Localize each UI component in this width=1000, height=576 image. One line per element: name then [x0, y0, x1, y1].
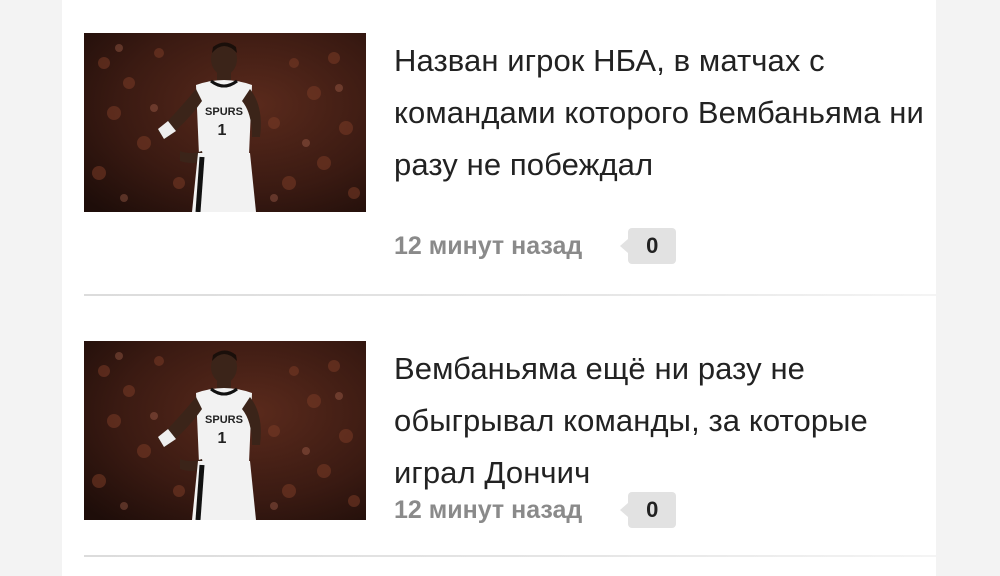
article-title[interactable]: Вембаньяма ещё ни разу не обыгрывал кома…: [394, 343, 934, 499]
comments-count-badge[interactable]: 0: [620, 228, 677, 264]
article-title[interactable]: Назван игрок НБА, в матчах с командами к…: [394, 35, 934, 191]
jersey-text: SPURS: [205, 106, 243, 118]
jersey-number: 1: [218, 430, 227, 447]
news-feed-card: SPURS 1 Назван игрок НБА, в матчах с ком…: [62, 0, 936, 576]
basketball-player-photo: SPURS 1: [84, 341, 366, 520]
jersey-number: 1: [218, 122, 227, 139]
jersey-text: SPURS: [205, 414, 243, 426]
article-meta: 12 минут назад 0: [394, 228, 677, 264]
article-thumbnail[interactable]: SPURS 1: [84, 341, 366, 520]
article-time: 12 минут назад: [394, 231, 583, 260]
article-meta: 12 минут назад 0: [394, 492, 677, 528]
comments-count-badge[interactable]: 0: [620, 492, 677, 528]
article-time: 12 минут назад: [394, 495, 583, 524]
basketball-player-photo: SPURS 1: [84, 33, 366, 212]
divider: [84, 555, 936, 557]
divider: [84, 294, 936, 296]
article-thumbnail[interactable]: SPURS 1: [84, 33, 366, 212]
